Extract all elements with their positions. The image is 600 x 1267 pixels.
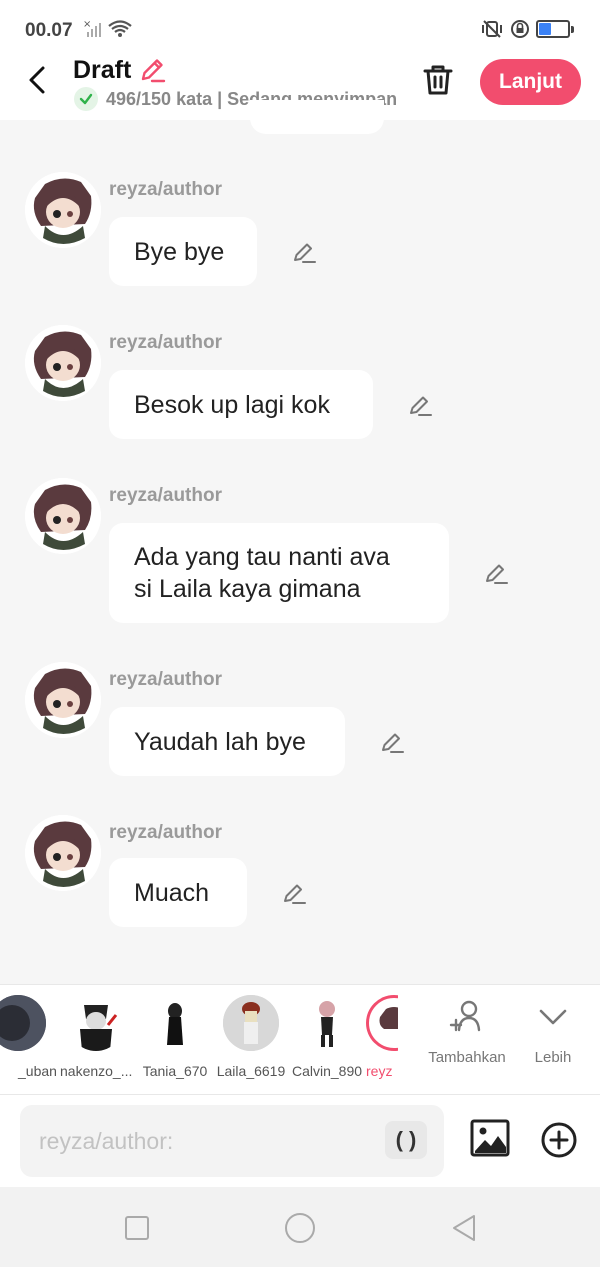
character-name: reyz bbox=[366, 1063, 393, 1079]
add-character-button[interactable]: Tambahkan bbox=[426, 997, 508, 1066]
message-author: reyza/author bbox=[109, 822, 222, 843]
battery-icon bbox=[536, 20, 574, 38]
edit-message-icon[interactable] bbox=[281, 880, 307, 906]
next-button[interactable]: Lanjut bbox=[480, 59, 581, 105]
previous-message-bubble[interactable] bbox=[250, 100, 384, 134]
delete-button[interactable] bbox=[420, 62, 456, 103]
character-item[interactable]: Laila_6619 bbox=[215, 995, 287, 1079]
edit-message-icon[interactable] bbox=[379, 729, 405, 755]
character-name: _uban bbox=[18, 1063, 57, 1079]
edit-message-icon[interactable] bbox=[407, 392, 433, 418]
character-avatar bbox=[68, 995, 124, 1051]
status-right-icons bbox=[480, 19, 574, 39]
avatar[interactable] bbox=[25, 478, 101, 554]
message-bubble[interactable]: Muach bbox=[109, 858, 247, 927]
image-icon bbox=[470, 1119, 510, 1157]
insert-image-button[interactable] bbox=[470, 1119, 510, 1162]
trash-icon bbox=[423, 65, 453, 95]
home-icon[interactable] bbox=[284, 1212, 316, 1244]
avatar[interactable] bbox=[25, 172, 101, 248]
character-selector: _uban nakenzo_... Tania_670 Laila_6619 C… bbox=[0, 984, 600, 1095]
character-avatar bbox=[147, 995, 203, 1051]
character-name: Tania_670 bbox=[142, 1063, 208, 1079]
message-bubble[interactable]: Besok up lagi kok bbox=[109, 370, 373, 439]
avatar[interactable] bbox=[25, 325, 101, 401]
rotation-lock-icon bbox=[511, 20, 529, 38]
add-label: Tambahkan bbox=[428, 1049, 506, 1066]
back-arrow-icon bbox=[29, 66, 45, 94]
character-name: Laila_6619 bbox=[216, 1063, 286, 1079]
recent-apps-icon[interactable] bbox=[124, 1215, 150, 1241]
edit-message-icon[interactable] bbox=[483, 560, 509, 586]
message-author: reyza/author bbox=[109, 669, 222, 690]
check-icon bbox=[74, 87, 98, 111]
character-item[interactable]: Tania_670 bbox=[139, 995, 211, 1079]
edit-message-icon[interactable] bbox=[291, 239, 317, 265]
chevron-down-icon bbox=[539, 1009, 567, 1025]
back-button[interactable] bbox=[22, 64, 52, 96]
narration-button[interactable]: ( ) bbox=[385, 1121, 427, 1159]
page-title: Draft bbox=[73, 56, 132, 84]
avatar[interactable] bbox=[25, 662, 101, 738]
message-text: Besok up lagi kok bbox=[134, 390, 330, 419]
message-author: reyza/author bbox=[109, 332, 222, 353]
message-text: Muach bbox=[134, 878, 210, 907]
add-person-icon bbox=[449, 1000, 481, 1032]
message-bubble[interactable]: Ada yang tau nanti ava si Laila kaya gim… bbox=[109, 523, 449, 623]
character-item[interactable]: _uban bbox=[0, 995, 58, 1079]
signal-wifi-icons: × bbox=[83, 18, 133, 45]
edit-title-icon[interactable] bbox=[138, 56, 166, 89]
message-text-line: Ada yang tau nanti ava bbox=[134, 543, 390, 571]
character-avatar bbox=[223, 995, 279, 1051]
character-avatar bbox=[366, 995, 398, 1051]
message-bubble[interactable]: Bye bye bbox=[109, 217, 257, 286]
plus-circle-icon bbox=[541, 1122, 577, 1158]
character-item[interactable]: Calvin_890 bbox=[291, 995, 363, 1079]
more-label: Lebih bbox=[534, 1049, 572, 1066]
avatar[interactable] bbox=[25, 815, 101, 891]
status-time: 00.07 bbox=[25, 20, 73, 41]
character-avatar bbox=[0, 995, 46, 1051]
vibrate-off-icon bbox=[482, 20, 502, 38]
character-avatar bbox=[299, 995, 355, 1051]
message-author: reyza/author bbox=[109, 485, 222, 506]
back-nav-icon[interactable] bbox=[450, 1213, 478, 1243]
character-name: nakenzo_... bbox=[60, 1063, 132, 1079]
status-bar: 00.07 × bbox=[0, 0, 600, 56]
message-text: Bye bye bbox=[134, 237, 225, 266]
message-text: Yaudah lah bye bbox=[134, 727, 306, 756]
message-bubble[interactable]: Yaudah lah bye bbox=[109, 707, 345, 776]
character-item[interactable]: nakenzo_... bbox=[60, 995, 132, 1079]
character-name: Calvin_890 bbox=[291, 1063, 363, 1079]
more-button[interactable]: Lebih bbox=[526, 997, 580, 1066]
message-input[interactable] bbox=[20, 1105, 444, 1177]
add-button[interactable] bbox=[540, 1121, 578, 1164]
message-input-row: ( ) bbox=[0, 1094, 600, 1187]
message-text-line: si Laila kaya gimana bbox=[134, 575, 361, 603]
svg-text:×: × bbox=[83, 19, 91, 30]
system-nav-bar bbox=[0, 1187, 600, 1267]
character-item-selected[interactable]: reyz bbox=[366, 995, 398, 1079]
message-author: reyza/author bbox=[109, 179, 222, 200]
